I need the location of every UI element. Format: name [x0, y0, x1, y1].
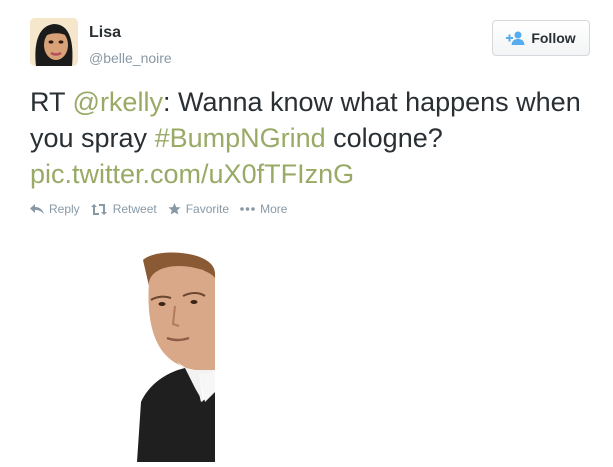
retweet-action[interactable]: Retweet: [90, 202, 157, 216]
reply-icon: [30, 203, 44, 214]
tweet-media-image[interactable]: [137, 252, 215, 462]
more-label: More: [260, 202, 288, 216]
retweet-label: Retweet: [112, 202, 157, 216]
tweet-card: Lisa @belle_noire Follow RT @rkelly: Wan…: [0, 0, 613, 462]
more-action[interactable]: More: [240, 202, 287, 216]
hashtag-link[interactable]: #BumpNGrind: [155, 123, 326, 153]
favorite-label: Favorite: [185, 202, 230, 216]
follow-button-label: Follow: [531, 30, 576, 46]
add-user-icon: [506, 31, 525, 45]
retweet-prefix: RT: [30, 87, 73, 117]
tweet-actions: Reply Retweet Favorite More: [30, 202, 298, 216]
reply-label: Reply: [49, 202, 80, 216]
avatar[interactable]: [30, 18, 78, 66]
tweet-text-part-2: cologne?: [325, 123, 443, 153]
author-name[interactable]: Lisa: [89, 24, 121, 42]
mention-link[interactable]: @rkelly: [73, 87, 163, 117]
star-icon: [168, 203, 181, 215]
favorite-action[interactable]: Favorite: [168, 202, 229, 216]
author-handle[interactable]: @belle_noire: [89, 50, 172, 66]
follow-button[interactable]: Follow: [492, 20, 590, 56]
retweet-icon: [90, 203, 107, 215]
tweet-text: RT @rkelly: Wanna know what happens when…: [30, 84, 590, 192]
more-icon: [240, 207, 255, 211]
reply-action[interactable]: Reply: [30, 202, 80, 216]
pic-link[interactable]: pic.twitter.com/uX0fTFIznG: [30, 159, 354, 189]
